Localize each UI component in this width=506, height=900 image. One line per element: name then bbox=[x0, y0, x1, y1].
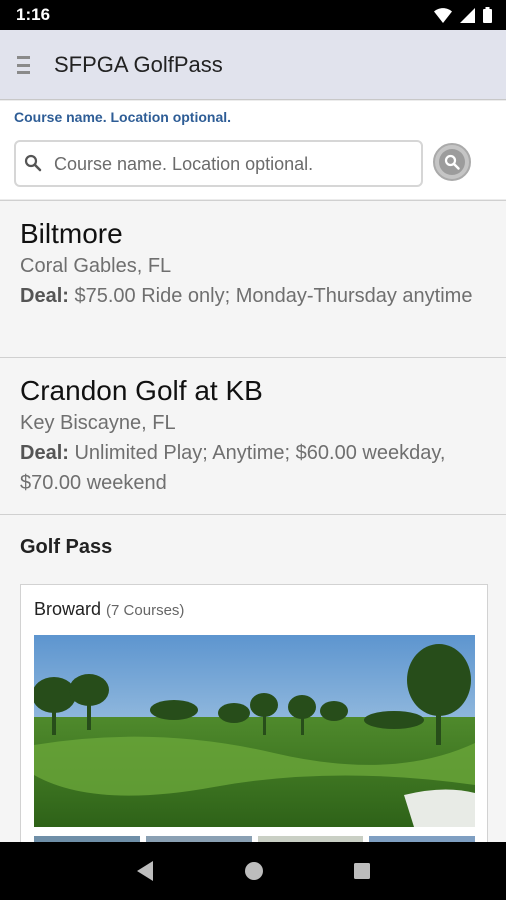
cellular-signal-icon bbox=[460, 7, 475, 23]
deal-label: Deal: bbox=[20, 285, 69, 307]
region-card[interactable]: Broward (7 Courses) bbox=[20, 584, 488, 854]
app-title: SFPGA GolfPass bbox=[54, 52, 223, 77]
hamburger-menu-icon[interactable] bbox=[17, 56, 30, 74]
battery-icon bbox=[483, 7, 492, 23]
status-icons bbox=[434, 7, 492, 23]
course-location: Key Biscayne, FL bbox=[20, 412, 176, 434]
home-icon[interactable] bbox=[244, 861, 264, 881]
system-navigation-bar bbox=[0, 842, 506, 900]
golf-course-photo[interactable] bbox=[34, 635, 475, 827]
course-name: Biltmore bbox=[20, 218, 123, 249]
search-button-icon bbox=[439, 149, 465, 175]
status-bar: 1:16 bbox=[0, 0, 506, 30]
magnifier-icon bbox=[444, 154, 460, 170]
back-icon[interactable] bbox=[135, 860, 155, 882]
course-card[interactable]: Biltmore Coral Gables, FL Deal: $75.00 R… bbox=[0, 200, 506, 357]
region-name: Broward (7 Courses) bbox=[34, 599, 184, 620]
deal-label: Deal: bbox=[20, 442, 69, 464]
region-label: Broward bbox=[34, 599, 102, 619]
golf-pass-title: Golf Pass bbox=[20, 536, 113, 558]
recents-icon[interactable] bbox=[353, 862, 371, 880]
deal-text: $75.00 Ride only; Monday-Thursday anytim… bbox=[74, 285, 473, 307]
course-location: Coral Gables, FL bbox=[20, 255, 172, 277]
course-name: Crandon Golf at KB bbox=[20, 375, 263, 406]
region-course-count: (7 Courses) bbox=[106, 602, 185, 619]
golf-pass-section: Golf Pass Broward (7 Courses) bbox=[0, 514, 506, 854]
deal-text: Unlimited Play; Anytime; $60.00 weekday,… bbox=[20, 442, 446, 494]
search-caption: Course name. Location optional. bbox=[14, 109, 232, 125]
course-deal: Deal: $75.00 Ride only; Monday-Thursday … bbox=[20, 281, 486, 311]
wifi-icon bbox=[434, 7, 452, 23]
app-bar: SFPGA GolfPass bbox=[0, 30, 506, 100]
status-time: 1:16 bbox=[16, 5, 51, 24]
search-icon bbox=[24, 154, 42, 172]
search-button[interactable] bbox=[433, 143, 471, 181]
search-area: Course name. Location optional. bbox=[0, 101, 506, 199]
course-card[interactable]: Crandon Golf at KB Key Biscayne, FL Deal… bbox=[0, 357, 506, 514]
course-deal: Deal: Unlimited Play; Anytime; $60.00 we… bbox=[20, 438, 486, 498]
search-input[interactable] bbox=[54, 150, 414, 178]
search-box[interactable] bbox=[14, 140, 423, 187]
